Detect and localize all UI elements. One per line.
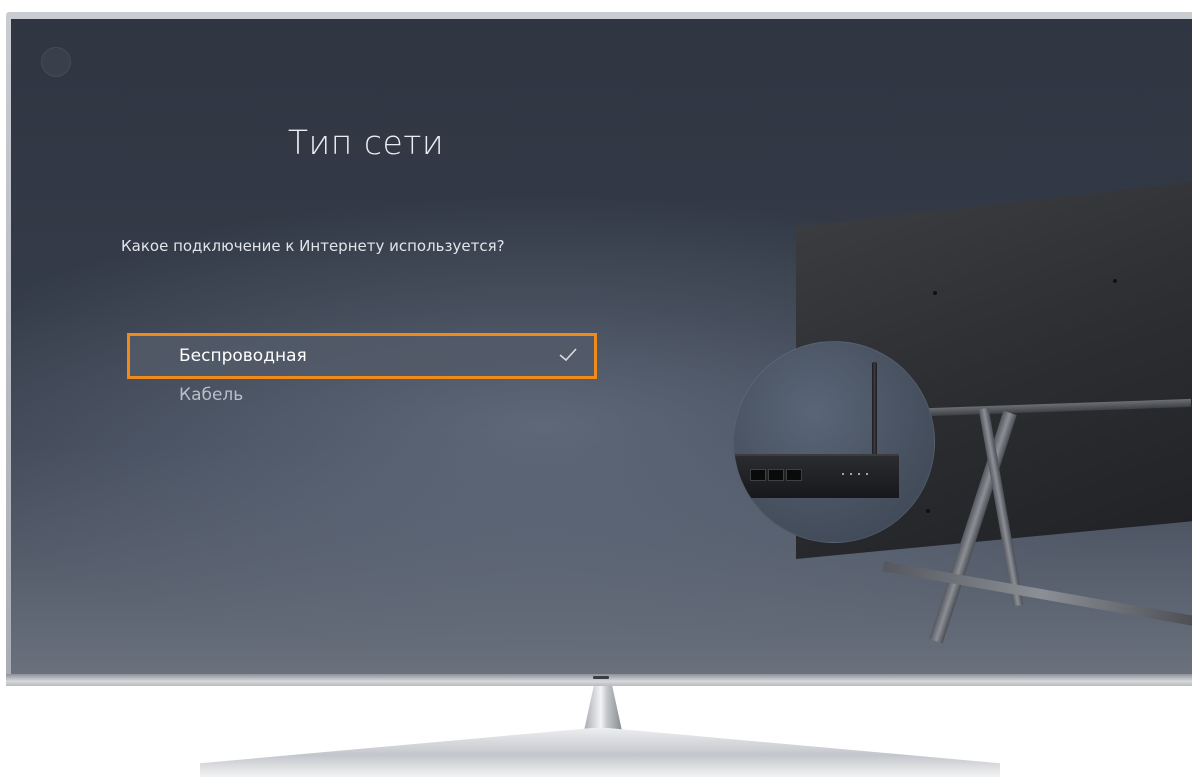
- option-wireless-label: Беспроводная: [179, 346, 307, 366]
- network-type-list: Беспроводная Кабель: [127, 333, 597, 413]
- tv-back-screw: [926, 509, 930, 513]
- tv-logo: [593, 676, 609, 679]
- tv-back-screw: [933, 291, 937, 295]
- tv-back-screw: [1113, 279, 1117, 283]
- back-icon[interactable]: [41, 47, 71, 77]
- tv-screen: Тип сети Какое подключение к Интернету и…: [11, 19, 1192, 674]
- router-zoom-circle: [733, 341, 935, 543]
- router-led: [866, 473, 868, 475]
- router-led: [858, 473, 860, 475]
- tv-stand-base: [200, 728, 1000, 777]
- option-cable[interactable]: Кабель: [127, 379, 597, 413]
- router-led: [850, 473, 852, 475]
- router-led: [842, 473, 844, 475]
- option-wireless[interactable]: Беспроводная: [127, 333, 597, 379]
- connection-illustration: [711, 179, 1192, 674]
- checkmark-icon: [559, 348, 577, 362]
- option-cable-label: Кабель: [179, 385, 244, 405]
- router-antenna: [872, 362, 877, 457]
- network-question: Какое подключение к Интернету использует…: [121, 237, 505, 255]
- page-title: Тип сети: [287, 123, 445, 162]
- router-port: [768, 469, 784, 481]
- router-port: [750, 469, 766, 481]
- router-port: [786, 469, 802, 481]
- stand-foot: [882, 561, 1192, 627]
